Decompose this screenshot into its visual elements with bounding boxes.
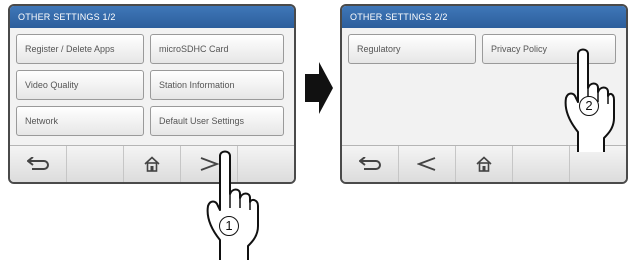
back-button[interactable] — [342, 146, 399, 182]
page-title: OTHER SETTINGS 1/2 — [10, 6, 294, 28]
home-button[interactable] — [124, 146, 181, 182]
regulatory-button[interactable]: Regulatory — [348, 34, 476, 64]
home-icon — [144, 156, 160, 172]
back-button[interactable] — [10, 146, 67, 182]
back-arrow-icon — [27, 157, 49, 170]
home-button[interactable] — [456, 146, 513, 182]
home-icon — [476, 156, 492, 172]
previous-page-button[interactable] — [399, 146, 456, 182]
default-user-settings-button[interactable]: Default User Settings — [150, 106, 284, 136]
step-number-2: 2 — [579, 96, 599, 116]
pointing-hand-icon — [206, 150, 259, 260]
page-title: OTHER SETTINGS 2/2 — [342, 6, 626, 28]
video-quality-button[interactable]: Video Quality — [16, 70, 144, 100]
previous-page-icon — [417, 157, 436, 171]
flow-arrow-icon — [305, 62, 333, 114]
menu-grid: Register / Delete Apps microSDHC Card Vi… — [10, 28, 294, 146]
microsdhc-card-button[interactable]: microSDHC Card — [150, 34, 284, 64]
nav-empty-slot — [67, 146, 124, 182]
step-number-1: 1 — [219, 216, 239, 236]
register-delete-apps-button[interactable]: Register / Delete Apps — [16, 34, 144, 64]
back-arrow-icon — [359, 157, 381, 170]
station-information-button[interactable]: Station Information — [150, 70, 284, 100]
network-button[interactable]: Network — [16, 106, 144, 136]
